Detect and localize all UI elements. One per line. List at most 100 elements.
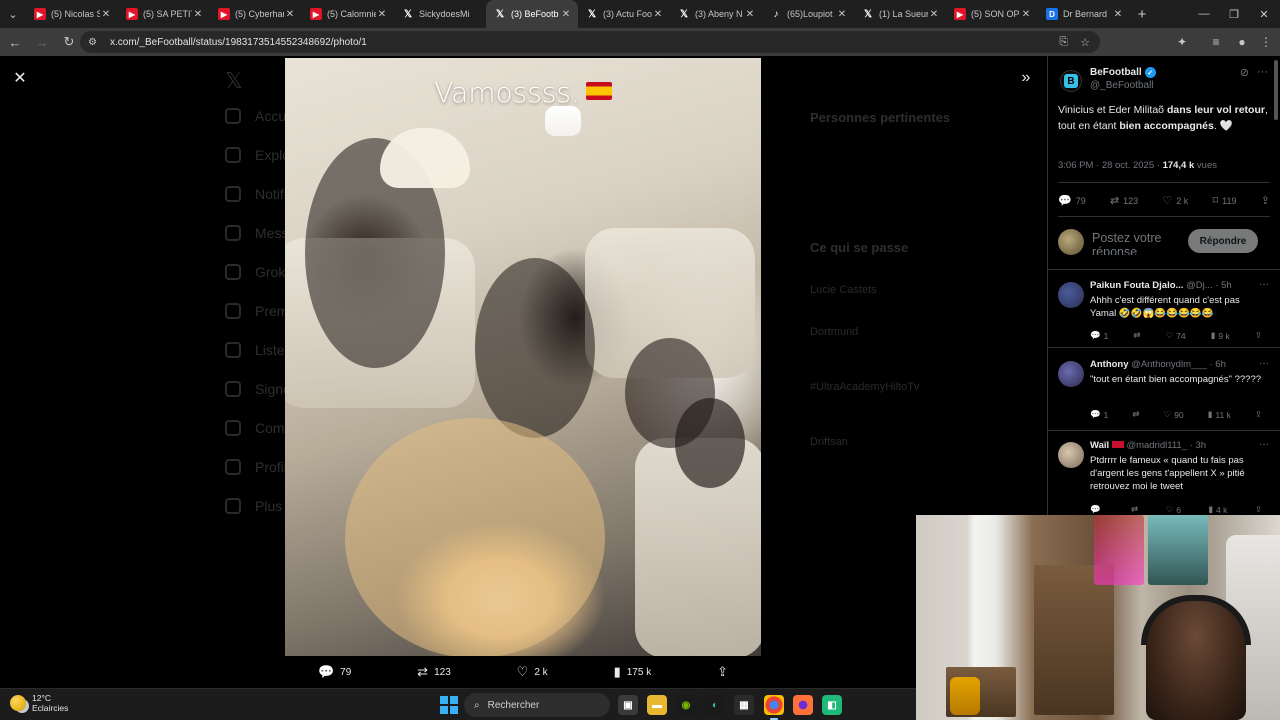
bookmark-star-icon[interactable]: ☆ xyxy=(1080,36,1090,49)
reload-button[interactable]: ↻ xyxy=(57,30,81,54)
site-info-icon[interactable]: ⚙ xyxy=(88,37,102,48)
edge-icon[interactable]: ◐ xyxy=(705,695,725,715)
share-stat[interactable]: ⇪ xyxy=(1261,194,1270,207)
browser-tab[interactable]: 𝕏 SickydoesMi xyxy=(394,0,486,28)
browser-tab[interactable]: 𝕏 (3) Abeny N ✕ xyxy=(670,0,762,28)
close-tab-icon[interactable]: ✕ xyxy=(100,9,112,20)
scrollbar[interactable] xyxy=(1274,60,1278,120)
author-handle[interactable]: @_BeFootball xyxy=(1090,80,1154,91)
profile-icon[interactable]: ● xyxy=(1230,30,1254,54)
reply-item[interactable]: Paikun Fouta Djalo... @Dj... · 5h ··· Ah… xyxy=(1048,274,1280,348)
media-control-icon[interactable]: ≡ xyxy=(1204,30,1228,54)
close-tab-icon[interactable]: ✕ xyxy=(744,9,756,20)
close-tab-icon[interactable]: ✕ xyxy=(928,9,940,20)
more-options-icon[interactable]: ··· xyxy=(1257,66,1268,79)
reply-item[interactable]: Waïl @madridl111_ · 3h ··· Ptdrrrr le fa… xyxy=(1048,434,1280,520)
tweet-timestamp[interactable]: 3:06 PM · 28 oct. 2025 · xyxy=(1058,160,1163,171)
close-viewer-button[interactable]: ✕ xyxy=(8,66,32,90)
reply-input[interactable]: Postez votre réponse xyxy=(1092,231,1187,255)
install-app-icon[interactable]: ⎘ xyxy=(1059,36,1068,49)
avatar[interactable] xyxy=(1058,229,1084,255)
author-name[interactable]: BeFootball ✓ xyxy=(1090,67,1156,78)
repost-action[interactable]: ⇄ xyxy=(1131,504,1138,515)
views-action[interactable]: ▮ 11 k xyxy=(1208,409,1231,420)
reply-author-handle[interactable]: @Anthonydlm___ xyxy=(1131,359,1207,370)
taskbar-search[interactable]: ⌕ Rechercher xyxy=(464,693,610,717)
reply-action[interactable]: 💬 1 xyxy=(1090,330,1108,341)
close-window-button[interactable]: ✕ xyxy=(1246,0,1280,28)
repost-action[interactable]: ⇄ 123 xyxy=(417,664,451,680)
share-action[interactable]: ⇪ xyxy=(717,664,728,680)
close-tab-icon[interactable]: ✕ xyxy=(652,9,664,20)
like-action[interactable]: ♡ 74 xyxy=(1166,330,1186,341)
browser-tab[interactable]: 𝕏 (3) Actu Foo ✕ xyxy=(578,0,670,28)
task-view-icon[interactable]: ▣ xyxy=(618,695,638,715)
browser-tab-active[interactable]: 𝕏 (3) BeFootb ✕ xyxy=(486,0,578,28)
store-icon[interactable]: ▦ xyxy=(734,695,754,715)
like-action[interactable]: ♡ 6 xyxy=(1166,504,1181,515)
avatar[interactable] xyxy=(1058,282,1084,308)
close-tab-icon[interactable]: ✕ xyxy=(1112,9,1124,20)
avatar[interactable] xyxy=(1058,361,1084,387)
reply-stat[interactable]: 💬 79 xyxy=(1058,194,1086,207)
like-stat[interactable]: ♡ 2 k xyxy=(1162,194,1188,207)
reply-time[interactable]: · 5h xyxy=(1215,280,1231,291)
more-options-icon[interactable]: ··· xyxy=(1259,439,1269,450)
share-action[interactable]: ⇪ xyxy=(1255,409,1262,420)
browser-tab[interactable]: D Dr Bernard ✕ xyxy=(1038,0,1130,28)
close-tab-icon[interactable]: ✕ xyxy=(836,9,848,20)
nvidia-icon[interactable]: ◉ xyxy=(676,695,696,715)
firefox-icon[interactable] xyxy=(793,695,813,715)
more-options-icon[interactable]: ··· xyxy=(1259,279,1269,290)
new-tab-button[interactable]: + xyxy=(1130,6,1154,23)
address-bar[interactable]: ⚙ x.com/_BeFootball/status/1983173514552… xyxy=(80,31,1100,53)
close-tab-icon[interactable]: ✕ xyxy=(192,9,204,20)
reply-author-handle[interactable]: @madridl111_ xyxy=(1126,440,1187,451)
reply-author-name[interactable]: Anthony xyxy=(1090,359,1129,370)
chrome-icon[interactable] xyxy=(764,695,784,720)
reply-action[interactable]: 💬 79 xyxy=(318,664,351,680)
avatar[interactable]: B xyxy=(1060,70,1082,92)
reply-button[interactable]: Répondre xyxy=(1188,229,1258,253)
reply-author-name[interactable]: Waïl xyxy=(1090,440,1109,451)
close-tab-icon[interactable]: ✕ xyxy=(1020,9,1032,20)
browser-tab[interactable]: ▶ (5) Nicolas S ✕ xyxy=(26,0,118,28)
reply-item[interactable]: Anthony @Anthonydlm___ · 6h ··· "tout en… xyxy=(1048,353,1280,431)
like-action[interactable]: ♡ 2 k xyxy=(517,664,548,680)
browser-tab[interactable]: ▶ (5) Cyberhar ✕ xyxy=(210,0,302,28)
reply-time[interactable]: · 3h xyxy=(1190,440,1206,451)
like-action[interactable]: ♡ 90 xyxy=(1164,409,1184,420)
app-icon[interactable]: ◧ xyxy=(822,695,842,715)
more-options-icon[interactable]: ··· xyxy=(1259,358,1269,369)
reply-author-name[interactable]: Paikun Fouta Djalo... xyxy=(1090,280,1183,291)
bookmark-stat[interactable]: ⌑ 119 xyxy=(1213,194,1237,207)
windows-start-icon[interactable] xyxy=(440,696,458,714)
weather-widget[interactable]: 12°C Eclaircies xyxy=(10,693,68,713)
forward-button[interactable]: → xyxy=(30,30,54,54)
avatar[interactable] xyxy=(1058,442,1084,468)
views-action[interactable]: ▮ 175 k xyxy=(614,664,652,680)
browser-tab[interactable]: 𝕏 (1) La Sueur ✕ xyxy=(854,0,946,28)
extensions-icon[interactable]: ✦ xyxy=(1170,30,1194,54)
close-tab-icon[interactable]: ✕ xyxy=(376,9,388,20)
close-tab-icon[interactable]: ✕ xyxy=(284,9,296,20)
browser-tab[interactable]: ▶ (5) SA PETIT ✕ xyxy=(118,0,210,28)
collapse-panel-button[interactable]: » xyxy=(1014,66,1038,90)
repost-action[interactable]: ⇄ xyxy=(1133,330,1140,341)
views-action[interactable]: ▮ 4 k xyxy=(1208,504,1227,515)
share-action[interactable]: ⇪ xyxy=(1255,504,1262,515)
share-action[interactable]: ⇪ xyxy=(1255,330,1262,341)
reply-action[interactable]: 💬 1 xyxy=(1090,409,1108,420)
browser-tab[interactable]: ♪ (65)Loupiot ✕ xyxy=(762,0,854,28)
tweet-photo[interactable]: Vamossss. xyxy=(285,58,761,656)
browser-tab[interactable]: ▶ (5) SON OP ✕ xyxy=(946,0,1038,28)
back-button[interactable]: ← xyxy=(3,30,27,54)
repost-action[interactable]: ⇄ xyxy=(1132,409,1139,420)
close-tab-icon[interactable]: ✕ xyxy=(560,9,572,20)
browser-menu-icon[interactable]: ⋮ xyxy=(1254,30,1278,54)
views-action[interactable]: ▮ 9 k xyxy=(1211,330,1230,341)
grok-icon[interactable]: ⊘ xyxy=(1240,66,1249,79)
reply-time[interactable]: · 6h xyxy=(1209,359,1225,370)
browser-tab[interactable]: ▶ (5) Calomnie ✕ xyxy=(302,0,394,28)
reply-author-handle[interactable]: @Dj... xyxy=(1186,280,1213,291)
